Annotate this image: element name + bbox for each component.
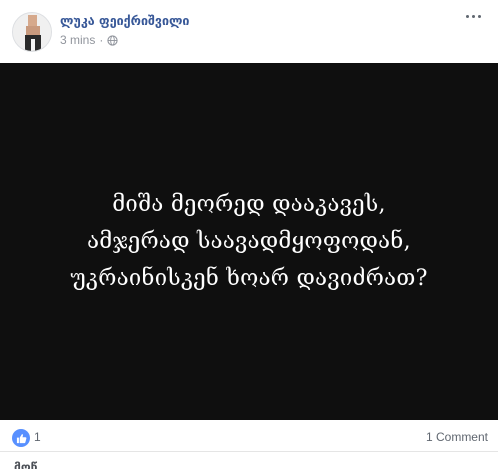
post-header: ლუკა ფეიქრიშვილი 3 mins ·	[0, 0, 498, 62]
more-dot-icon	[465, 14, 469, 18]
post-meta: 3 mins ·	[60, 33, 118, 47]
author-avatar[interactable]	[12, 12, 52, 52]
globe-icon[interactable]	[107, 34, 118, 46]
thumbs-up-icon[interactable]	[12, 429, 30, 447]
post-timestamp[interactable]: 3 mins	[60, 33, 95, 47]
image-text-line: ამჯერად საავადმყოფოდან,	[87, 229, 411, 254]
post-stats: 1 1 Comment	[0, 422, 498, 452]
more-dot-icon	[477, 14, 481, 18]
post-image[interactable]: მიშა მეორედ დააკავეს, ამჯერად საავადმყოფ…	[0, 63, 498, 420]
comment-count-link[interactable]: 1 Comment	[426, 430, 488, 444]
meta-separator: ·	[99, 33, 104, 47]
more-dot-icon	[471, 14, 475, 18]
image-text-line: უკრაინისკენ ხოარ დავიძრათ?	[70, 266, 428, 291]
author-name[interactable]: ლუკა ფეიქრიშვილი	[60, 13, 189, 28]
image-text: მიშა მეორედ დააკავეს, ამჯერად საავადმყოფ…	[70, 186, 427, 297]
like-button[interactable]: მოწ	[14, 460, 37, 469]
image-text-line: მიშა მეორედ დააკავეს,	[112, 192, 386, 217]
more-options-button[interactable]	[462, 8, 484, 24]
like-count[interactable]: 1	[34, 430, 41, 444]
action-bar: მოწ	[0, 454, 498, 469]
